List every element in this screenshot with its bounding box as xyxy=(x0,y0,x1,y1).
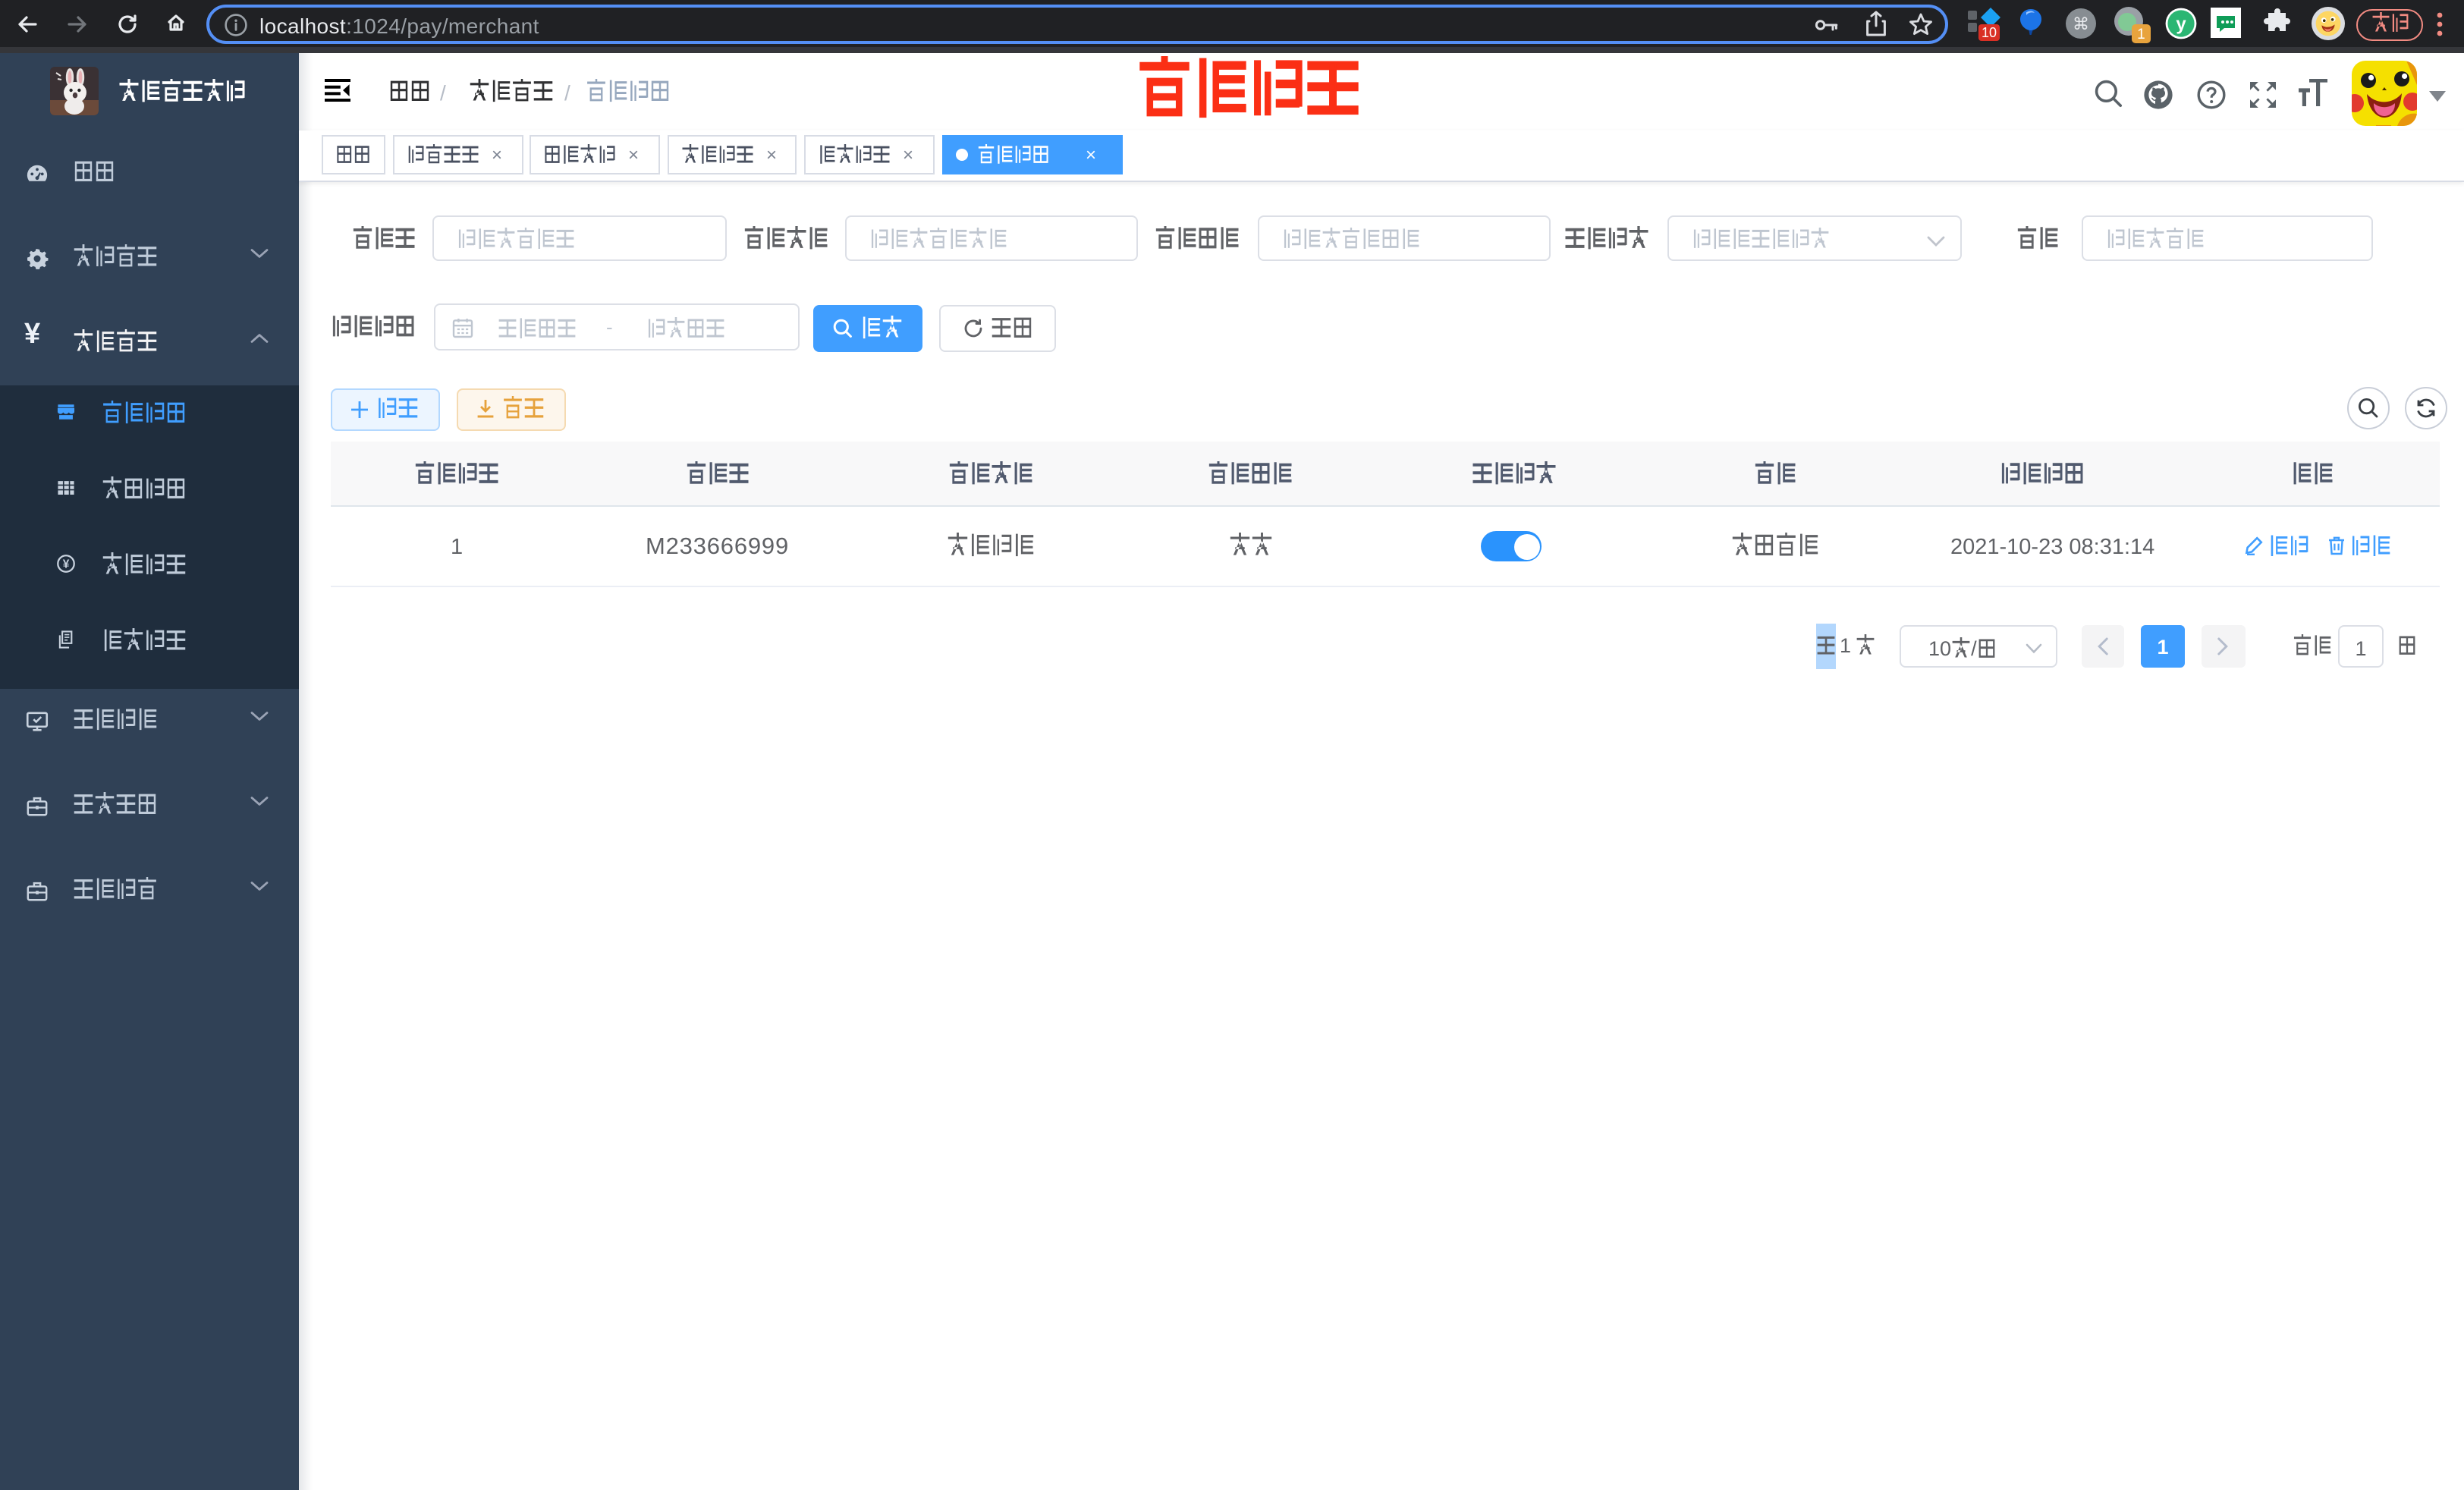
svg-text:y: y xyxy=(2176,14,2186,34)
svg-text:⌘: ⌘ xyxy=(2073,14,2089,33)
svg-text:10: 10 xyxy=(1982,25,1997,40)
svg-text:¥: ¥ xyxy=(63,558,70,571)
svg-text:1: 1 xyxy=(2137,27,2145,42)
